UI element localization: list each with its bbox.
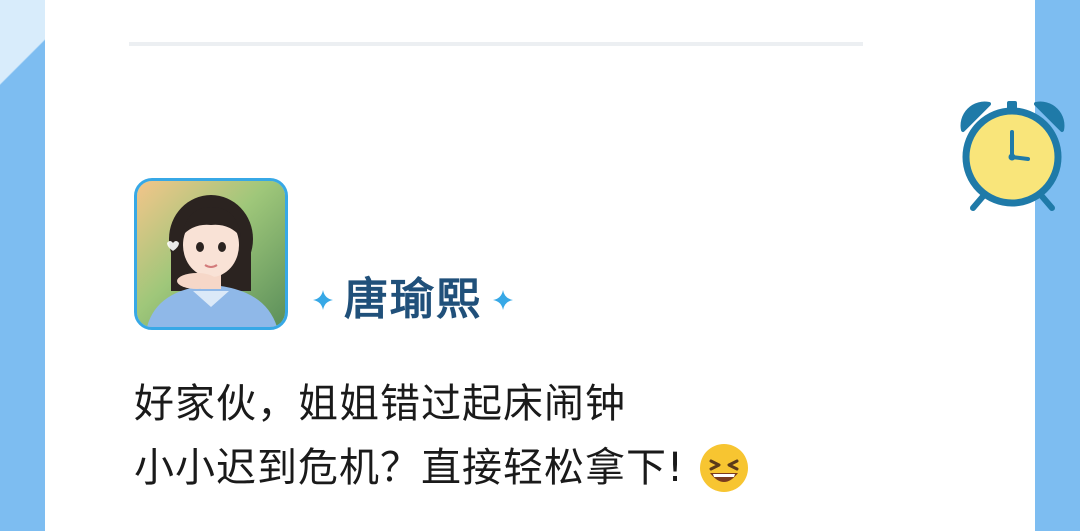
section-divider (129, 42, 863, 46)
message-line: 好家伙，姐姐错过起床闹钟 (134, 372, 934, 436)
message-line: 小小迟到危机？直接轻松拿下! (134, 436, 934, 500)
sparkle-icon (313, 290, 333, 310)
author-name[interactable]: 唐瑜熙 (344, 270, 482, 330)
message-line-text: 好家伙，姐姐错过起床闹钟 (134, 381, 626, 427)
message-line-text: 小小迟到危机？直接轻松拿下! (134, 445, 685, 491)
alarm-clock-icon (960, 101, 1065, 211)
author-name-row: 唐瑜熙 (312, 270, 514, 330)
avatar[interactable] (134, 178, 288, 330)
laughing-squint-emoji-icon (700, 444, 749, 492)
post-message: 好家伙，姐姐错过起床闹钟 小小迟到危机？直接轻松拿下! (134, 372, 934, 500)
sparkle-icon (493, 290, 513, 310)
avatar-portrait-image (137, 181, 285, 327)
background-corner-decoration (0, 0, 46, 140)
